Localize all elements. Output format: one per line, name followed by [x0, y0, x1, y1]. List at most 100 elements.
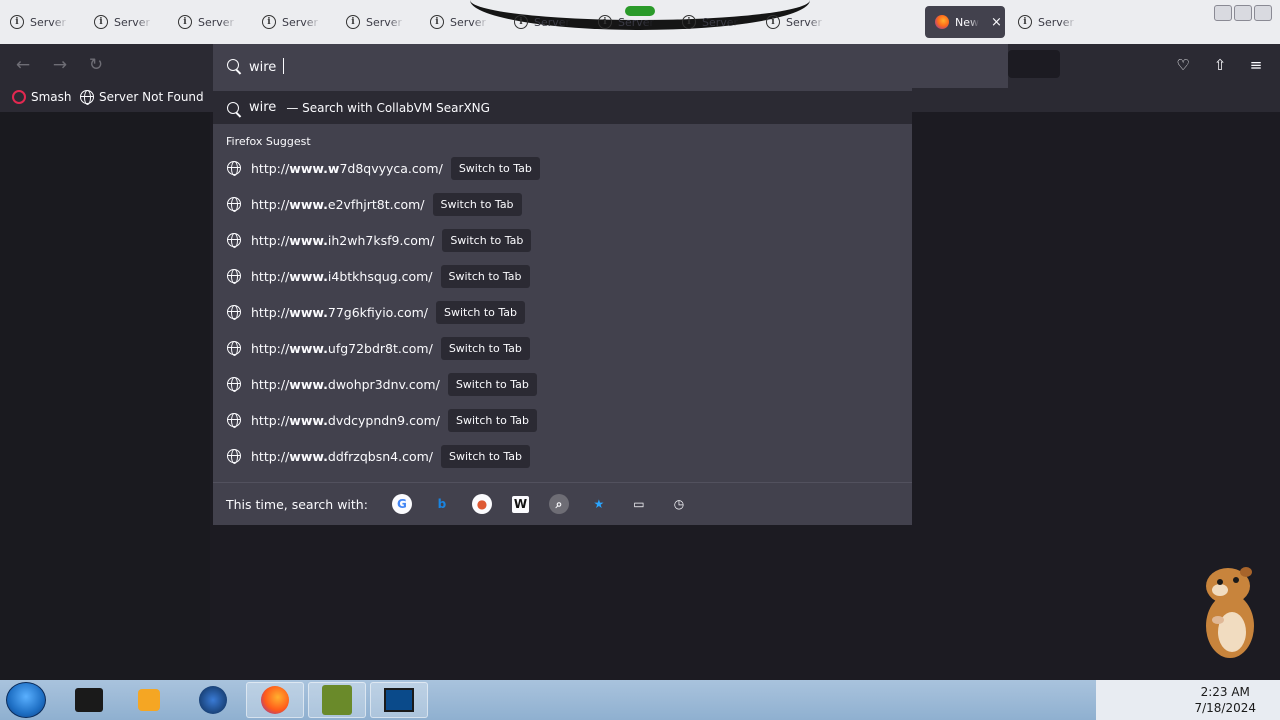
- tab-label: Server Not Found: [1038, 15, 1076, 29]
- taskbar-app-media-player[interactable]: [120, 682, 178, 718]
- tab-server-not-found[interactable]: i Server Not Found: [84, 6, 152, 38]
- tab-server-not-found[interactable]: i Server Not Found: [588, 6, 656, 38]
- url-match: www.: [289, 232, 328, 248]
- suggest-result-row[interactable]: http://www.ih2wh7ksf9.com/Switch to Tab: [213, 225, 912, 255]
- tab-new-tab[interactable]: New Tab ×: [925, 6, 1005, 38]
- tabs-icon[interactable]: ▭: [629, 494, 649, 514]
- tab-server-not-found[interactable]: i Server Not Found: [336, 6, 404, 38]
- taskbar-app-globe[interactable]: [184, 682, 242, 718]
- tab-label: Server Not Found: [114, 15, 152, 29]
- app-icon: [322, 685, 352, 715]
- globe-icon: [227, 341, 241, 356]
- start-button[interactable]: [6, 682, 46, 718]
- switch-to-tab-button[interactable]: Switch to Tab: [442, 228, 532, 252]
- menu-icon[interactable]: ≡: [1245, 54, 1267, 76]
- globe-icon: [227, 269, 241, 284]
- url-match: www.: [289, 448, 328, 464]
- switch-to-tab-button[interactable]: Switch to Tab: [435, 300, 526, 324]
- search-term: wire: [249, 100, 277, 115]
- history-icon[interactable]: ◷: [669, 494, 689, 514]
- close-window-button[interactable]: [1254, 5, 1272, 21]
- tab-server-not-found[interactable]: i Server Not Found: [1008, 6, 1076, 38]
- info-icon: i: [1018, 15, 1032, 29]
- tab-strip: i Server Not Found i Server Not Found i Serve…: [0, 0, 1280, 44]
- tab-server-not-found[interactable]: i Server Not Found: [168, 6, 236, 38]
- switch-to-tab-button[interactable]: Switch to Tab: [450, 156, 540, 180]
- result-url: http://www.ddfrzqbsn4.com/: [251, 449, 433, 464]
- app-icon: [384, 688, 414, 712]
- switch-to-tab-button[interactable]: Switch to Tab: [447, 408, 538, 432]
- result-url: http://www.e2vfhjrt8t.com/: [251, 197, 425, 212]
- wikipedia-icon[interactable]: W: [511, 495, 529, 513]
- suggest-result-row[interactable]: http://www.i4btkhsqug.com/Switch to Tab: [213, 261, 912, 291]
- clock[interactable]: 2:23 AM 7/18/2024: [1194, 684, 1256, 716]
- tab-server-not-found[interactable]: i Server Not Found: [420, 6, 488, 38]
- switch-to-tab-button[interactable]: Switch to Tab: [447, 372, 537, 396]
- search-suggestion-row[interactable]: wire — Search with CollabVM SearXNG: [213, 91, 912, 124]
- globe-icon: [80, 90, 94, 105]
- bookmark-server-not-found[interactable]: Server Not Found: [80, 90, 204, 105]
- search-icon: [227, 59, 239, 71]
- duckduckgo-icon[interactable]: ●: [471, 494, 492, 514]
- url-match: www.: [289, 268, 328, 284]
- extensions-icon[interactable]: ⇧: [1209, 54, 1231, 76]
- suggest-result-row[interactable]: http://www.ufg72bdr8t.com/Switch to Tab: [213, 333, 912, 363]
- url-prefix: http://: [251, 196, 290, 212]
- result-url: http://www.ih2wh7ksf9.com/: [251, 233, 434, 248]
- tab-server-not-found[interactable]: i Server Not Found: [756, 6, 824, 38]
- pocket-icon[interactable]: ♡: [1172, 54, 1194, 76]
- url-rest: ddfrzqbsn4.com/: [327, 448, 433, 464]
- suggest-result-row[interactable]: http://www.w7d8qvyyca.com/Switch to Tab: [213, 153, 912, 183]
- suggest-result-row[interactable]: http://www.ddfrzqbsn4.com/Switch to Tab: [213, 441, 912, 471]
- taskbar-app-window[interactable]: [370, 682, 428, 718]
- bookmarks-star-icon[interactable]: ★: [589, 494, 609, 514]
- urlbar-popup: wire — Search with CollabVM SearXNG Fire…: [213, 88, 912, 525]
- switch-to-tab-button[interactable]: Switch to Tab: [441, 444, 531, 468]
- bookmark-label: Smash: [31, 90, 72, 104]
- bookmark-smash[interactable]: Smash: [12, 90, 72, 104]
- url-rest: 77g6kfiyio.com/: [327, 304, 428, 320]
- url-input[interactable]: wire: [249, 56, 285, 75]
- info-icon: i: [430, 15, 444, 29]
- url-prefix: http://: [251, 412, 290, 428]
- back-button[interactable]: ←: [12, 54, 34, 76]
- tab-server-not-found[interactable]: i Server Not Found: [672, 6, 740, 38]
- suggest-result-row[interactable]: http://www.dvdcypndn9.com/Switch to Tab: [213, 405, 912, 435]
- windows-taskbar: 2:23 AM 7/18/2024: [0, 680, 1280, 720]
- globe-icon: [227, 161, 241, 176]
- url-match: www.: [289, 340, 328, 356]
- forward-button[interactable]: →: [49, 54, 71, 76]
- tab-server-not-found[interactable]: i Server Not Found: [0, 6, 68, 38]
- searxng-icon[interactable]: ⌕: [548, 494, 569, 514]
- result-url: http://www.w7d8qvyyca.com/: [251, 161, 443, 176]
- tab-label: Server Not Found: [282, 15, 320, 29]
- info-icon: i: [598, 15, 612, 29]
- google-icon[interactable]: G: [391, 494, 412, 514]
- switch-to-tab-button[interactable]: Switch to Tab: [440, 336, 530, 360]
- suggest-result-row[interactable]: http://www.77g6kfiyio.com/Switch to Tab: [213, 297, 912, 327]
- info-icon: i: [178, 15, 192, 29]
- restore-button[interactable]: [1234, 5, 1252, 21]
- switch-to-tab-button[interactable]: Switch to Tab: [432, 192, 522, 216]
- url-rest: 7d8qvyyca.com/: [339, 160, 443, 176]
- bing-icon[interactable]: b: [432, 494, 452, 514]
- minimize-button[interactable]: [1214, 5, 1232, 21]
- taskbar-app-bonzi[interactable]: [308, 682, 366, 718]
- tab-label: Server Not Found: [450, 15, 488, 29]
- switch-to-tab-button[interactable]: Switch to Tab: [440, 264, 530, 288]
- clock-time: 2:23 AM: [1200, 685, 1250, 699]
- suggest-result-row[interactable]: http://www.e2vfhjrt8t.com/Switch to Tab: [213, 189, 912, 219]
- tab-server-not-found[interactable]: i Server Not Found: [252, 6, 320, 38]
- reload-button[interactable]: ↻: [85, 54, 107, 76]
- tab-server-not-found[interactable]: i Server Not Found: [504, 6, 572, 38]
- url-prefix: http://: [251, 160, 290, 176]
- taskbar-app-terminal[interactable]: [60, 682, 118, 718]
- close-tab-icon[interactable]: ×: [991, 15, 1002, 30]
- url-bar[interactable]: wire: [213, 44, 1008, 88]
- page-left-panel: [0, 112, 210, 680]
- tab-label: Server Not Found: [702, 15, 740, 29]
- result-url: http://www.i4btkhsqug.com/: [251, 269, 433, 284]
- media-player-icon: [138, 689, 160, 711]
- suggest-result-row[interactable]: http://www.dwohpr3dnv.com/Switch to Tab: [213, 369, 912, 399]
- taskbar-app-firefox[interactable]: [246, 682, 304, 718]
